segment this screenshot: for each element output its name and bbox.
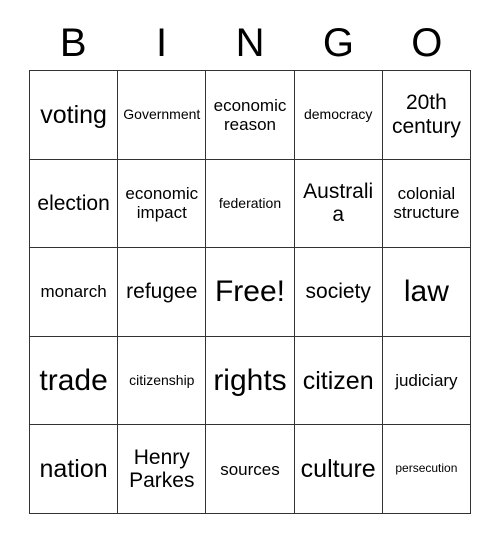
bingo-cell-label: election <box>37 191 110 215</box>
bingo-cell-r2c4[interactable]: Australia <box>294 159 383 249</box>
bingo-cell-label: sources <box>220 459 280 479</box>
bingo-cell-label: rights <box>213 363 287 397</box>
bingo-cell-label: judiciary <box>395 371 458 391</box>
bingo-cell-label: citizen <box>302 366 374 395</box>
bingo-cell-label: Government <box>123 105 201 122</box>
bingo-cell-label: trade <box>39 363 108 397</box>
bingo-cell-r1c1[interactable]: voting <box>30 71 119 160</box>
bingo-cell-r5c1[interactable]: nation <box>30 425 119 514</box>
bingo-cell-label: economic impact <box>125 184 199 223</box>
bingo-cell-r1c3[interactable]: economic reason <box>206 71 295 160</box>
header-letter-b: B <box>59 21 87 65</box>
bingo-cell-r3c4[interactable]: society <box>294 248 383 337</box>
bingo-cell-label: refugee <box>126 280 198 304</box>
header-letter-o: O <box>411 21 443 65</box>
bingo-cell-r5c5[interactable]: persecution <box>382 425 471 514</box>
bingo-cell-label: democracy <box>303 105 373 122</box>
bingo-cell-free-space[interactable]: Free! <box>206 248 295 337</box>
bingo-cell-label: economic reason <box>213 95 287 134</box>
bingo-grid: voting Government economic reason democr… <box>29 70 471 514</box>
header-letter-i: I <box>156 21 168 65</box>
bingo-cell-label: monarch <box>40 282 107 302</box>
bingo-cell-label: Henry Parkes <box>129 445 195 493</box>
bingo-cell-r3c5[interactable]: law <box>382 248 471 337</box>
bingo-cell-r1c4[interactable]: democracy <box>294 71 383 160</box>
bingo-cell-label: nation <box>39 455 108 484</box>
bingo-cell-r3c2[interactable]: refugee <box>118 248 207 337</box>
bingo-cell-label: Australia <box>303 179 374 227</box>
bingo-cell-label: citizenship <box>129 371 195 388</box>
bingo-cell-r1c5[interactable]: 20th century <box>382 71 471 160</box>
bingo-cell-label: law <box>403 275 449 309</box>
bingo-cell-r4c4[interactable]: citizen <box>294 336 383 426</box>
bingo-cell-label: federation <box>218 194 282 211</box>
bingo-cell-r1c2[interactable]: Government <box>118 71 207 160</box>
bingo-card: B I N G O voting Government economic rea… <box>0 0 500 544</box>
bingo-cell-r3c1[interactable]: monarch <box>30 248 119 337</box>
bingo-cell-label: colonial structure <box>393 184 460 223</box>
bingo-cell-r5c3[interactable]: sources <box>206 425 295 514</box>
bingo-cell-r2c3[interactable]: federation <box>206 159 295 249</box>
header-letter-n: N <box>235 21 265 65</box>
header-letter-g: G <box>322 21 354 65</box>
bingo-cell-r2c5[interactable]: colonial structure <box>382 159 471 249</box>
bingo-cell-label: society <box>305 280 371 304</box>
bingo-cell-label: Free! <box>214 275 285 309</box>
bingo-cell-r5c4[interactable]: culture <box>294 425 383 514</box>
bingo-cell-r2c2[interactable]: economic impact <box>118 159 207 249</box>
bingo-cell-r4c2[interactable]: citizenship <box>118 336 207 426</box>
bingo-cell-label: 20th century <box>391 91 461 138</box>
bingo-cell-label: voting <box>40 100 107 129</box>
bingo-header-row: B I N G O <box>29 18 471 68</box>
bingo-cell-r2c1[interactable]: election <box>30 159 119 249</box>
bingo-cell-r4c5[interactable]: judiciary <box>382 336 471 426</box>
bingo-cell-label: persecution <box>395 461 458 476</box>
bingo-cell-r4c3[interactable]: rights <box>206 336 295 426</box>
bingo-cell-label: culture <box>300 455 376 484</box>
bingo-cell-r4c1[interactable]: trade <box>30 336 119 426</box>
bingo-cell-r5c2[interactable]: Henry Parkes <box>118 425 207 514</box>
